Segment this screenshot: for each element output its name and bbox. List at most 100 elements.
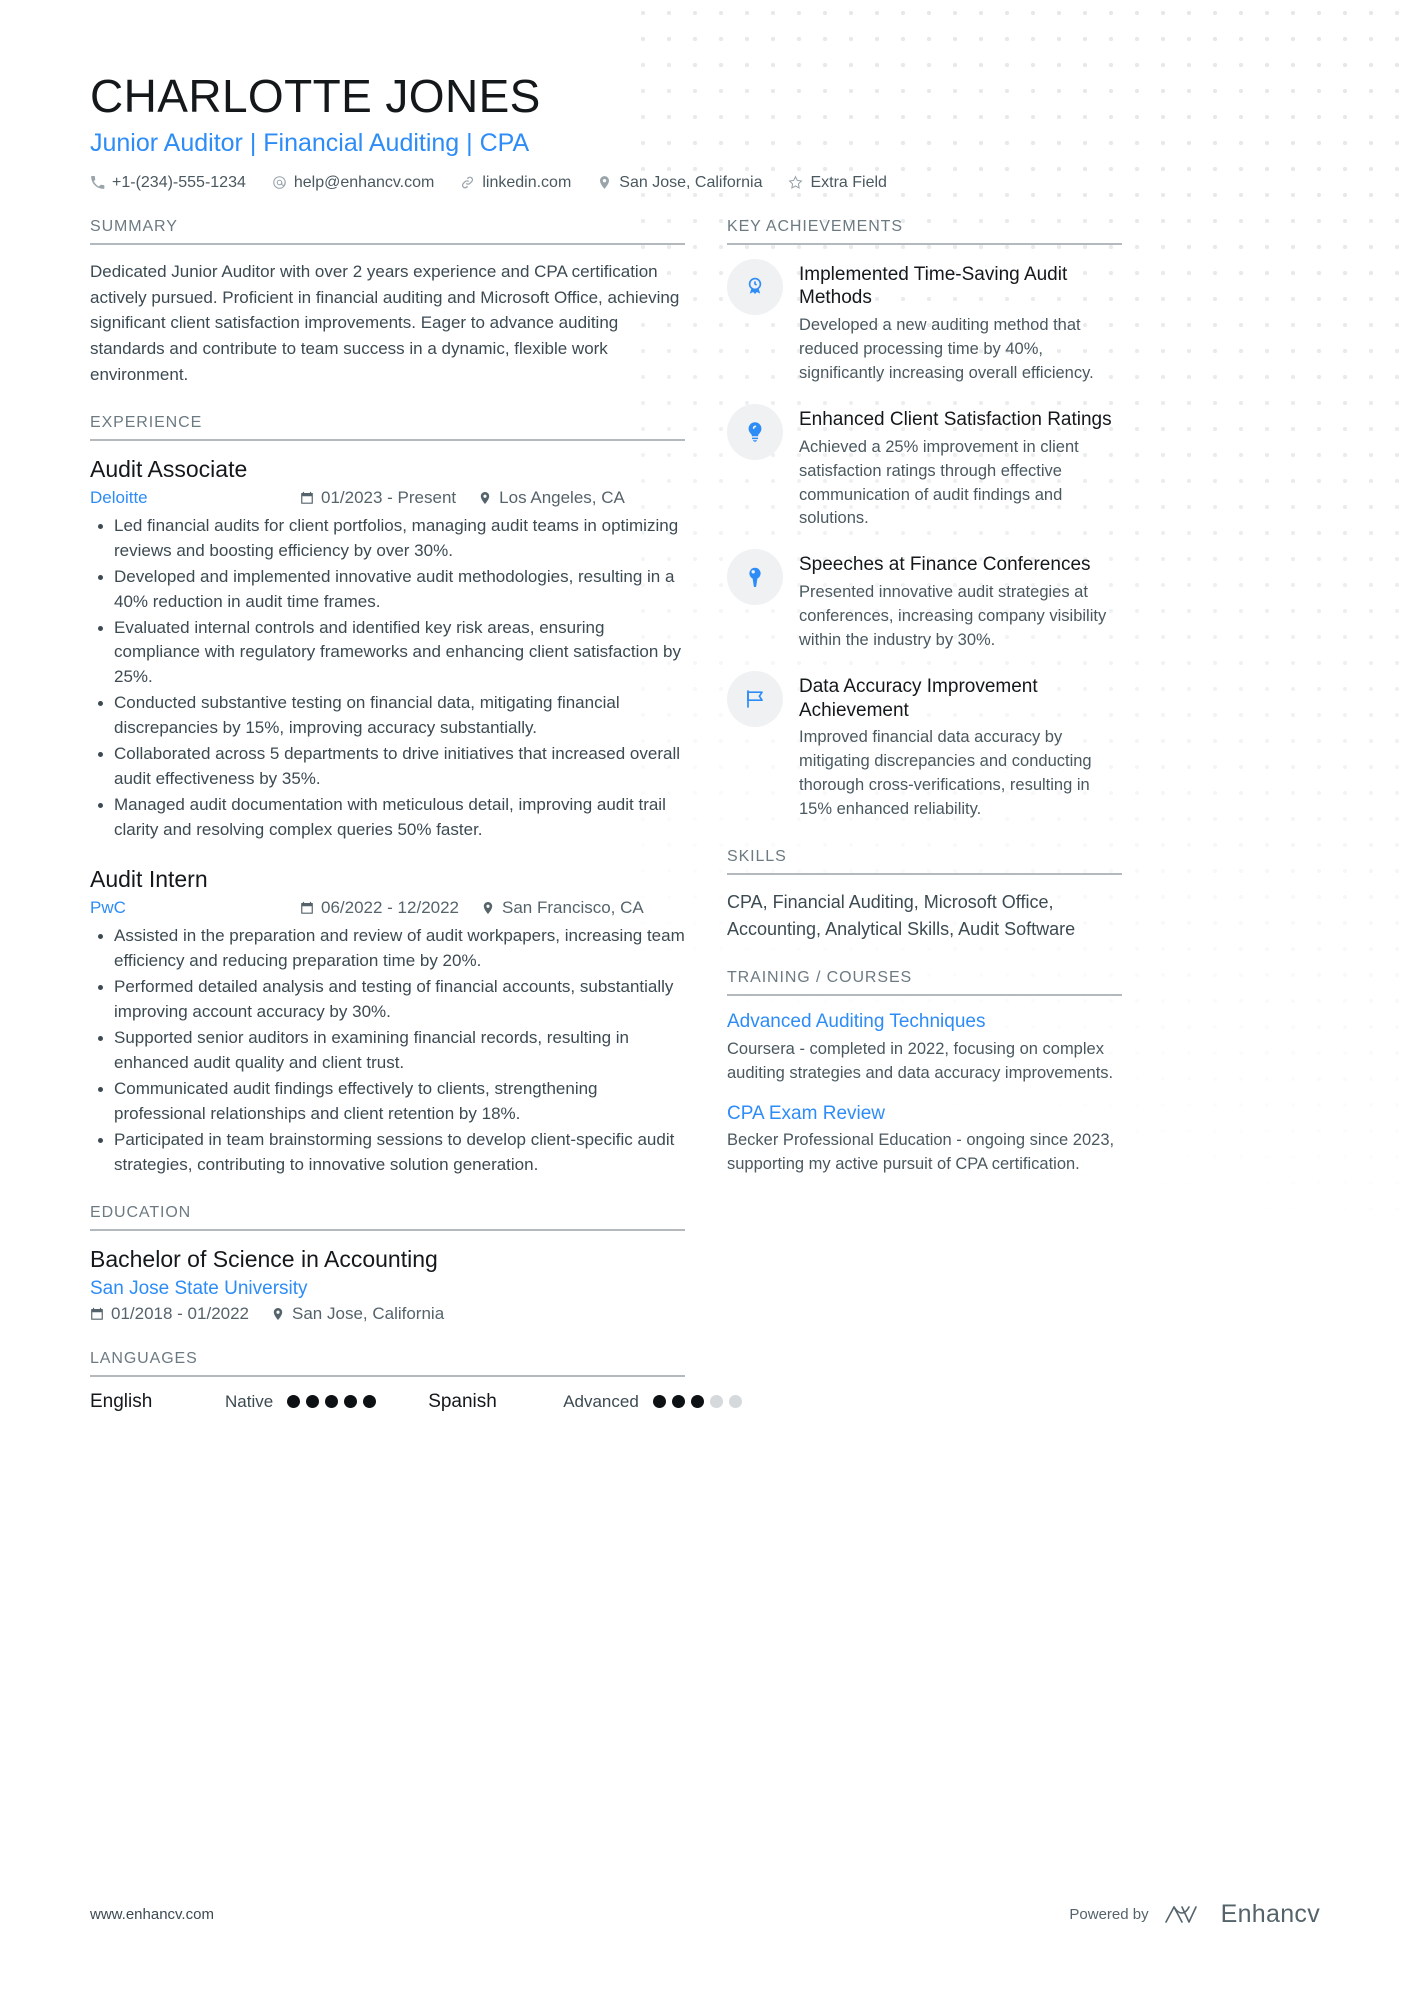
language-name: English bbox=[90, 1390, 153, 1412]
footer-website-url[interactable]: www.enhancv.com bbox=[90, 1906, 214, 1923]
contact-linkedin-text: linkedin.com bbox=[482, 173, 572, 191]
language-rating-dots bbox=[287, 1395, 377, 1409]
contact-extra-field-text: Extra Field bbox=[810, 173, 887, 191]
email-icon bbox=[272, 175, 287, 190]
bullet-item: Assisted in the preparation and review o… bbox=[98, 924, 685, 974]
language-level: Native bbox=[225, 1391, 274, 1411]
achievement-body: Enhanced Client Satisfaction Ratings Ach… bbox=[799, 404, 1122, 531]
rating-dot-empty bbox=[728, 1395, 742, 1409]
contact-linkedin[interactable]: linkedin.com bbox=[460, 174, 571, 192]
calendar-icon bbox=[300, 901, 314, 915]
education-degree: Bachelor of Science in Accounting bbox=[90, 1245, 438, 1272]
location-pin-icon bbox=[271, 1307, 285, 1321]
contact-location-text: San Jose, California bbox=[619, 173, 763, 191]
rating-dot-filled bbox=[325, 1395, 339, 1409]
lightbulb-icon bbox=[727, 403, 783, 460]
achievement-title: Speeches at Finance Conferences bbox=[799, 554, 1091, 576]
course-text: Becker Professional Education - ongoing … bbox=[727, 1131, 1115, 1174]
achievement-item: Data Accuracy Improvement Achievement Im… bbox=[727, 670, 1122, 822]
experience-dates-text: 06/2022 - 12/2022 bbox=[321, 898, 460, 918]
achievement-body: Implemented Time-Saving Audit Methods De… bbox=[799, 259, 1122, 386]
contact-email-text: help@enhancv.com bbox=[293, 173, 435, 191]
course-title[interactable]: Advanced Auditing Techniques bbox=[727, 1010, 1122, 1034]
experience-dates: 01/2023 - Present bbox=[300, 488, 456, 508]
rating-dot-filled bbox=[344, 1395, 358, 1409]
rating-dot-filled bbox=[363, 1395, 377, 1409]
summary-section: SUMMARY Dedicated Junior Auditor with ov… bbox=[90, 218, 685, 388]
languages-section-title: LANGUAGES bbox=[90, 1350, 685, 1377]
experience-location-text: San Francisco, CA bbox=[502, 898, 644, 918]
bullet-item: Participated in team brainstorming sessi… bbox=[98, 1128, 685, 1178]
education-section-title: EDUCATION bbox=[90, 1204, 685, 1231]
enhancv-brand-name: Enhancv bbox=[1220, 1900, 1320, 1928]
experience-job-title: Audit Associate bbox=[90, 455, 248, 482]
contact-email[interactable]: help@enhancv.com bbox=[272, 174, 434, 192]
course-title[interactable]: CPA Exam Review bbox=[727, 1102, 1122, 1126]
experience-location: Los Angeles, CA bbox=[478, 488, 625, 508]
calendar-icon bbox=[90, 1307, 104, 1321]
training-section: TRAINING / COURSES Advanced Auditing Tec… bbox=[727, 969, 1122, 1177]
location-pin-icon bbox=[597, 175, 612, 190]
achievement-body: Data Accuracy Improvement Achievement Im… bbox=[799, 671, 1122, 822]
footer-brand: Powered by Enhancv bbox=[1069, 1900, 1320, 1929]
education-location-text: San Jose, California bbox=[292, 1303, 445, 1323]
course-item: CPA Exam Review Becker Professional Educ… bbox=[727, 1102, 1122, 1178]
achievement-item: Implemented Time-Saving Audit Methods De… bbox=[727, 258, 1122, 386]
experience-company[interactable]: PwC bbox=[90, 898, 300, 918]
location-pin-icon bbox=[481, 901, 495, 915]
experience-entry: Audit Intern PwC 06/2022 - 12/2022 San F… bbox=[90, 865, 685, 1178]
bullet-item: Supported senior auditors in examining f… bbox=[98, 1026, 685, 1076]
skills-section-title: SKILLS bbox=[727, 848, 1122, 876]
rating-dot-filled bbox=[306, 1395, 320, 1409]
achievement-body: Speeches at Finance Conferences Presente… bbox=[799, 549, 1122, 653]
rating-dot-filled bbox=[287, 1395, 301, 1409]
languages-section: LANGUAGES English Native Spanish Advance… bbox=[90, 1350, 742, 1413]
resume-columns: SUMMARY Dedicated Junior Auditor with ov… bbox=[90, 218, 1320, 1439]
language-rating-dots bbox=[652, 1395, 742, 1409]
education-school[interactable]: San Jose State University bbox=[90, 1278, 685, 1300]
experience-entry: Audit Associate Deloitte 01/2023 - Prese… bbox=[90, 455, 685, 844]
experience-bullets: Led financial audits for client portfoli… bbox=[90, 514, 685, 844]
education-dates: 01/2018 - 01/2022 bbox=[90, 1304, 249, 1324]
contact-extra-field: Extra Field bbox=[788, 173, 887, 192]
contact-phone-text: +1-(234)-555-1234 bbox=[112, 173, 246, 191]
phone-icon bbox=[90, 175, 105, 190]
microphone-icon bbox=[727, 549, 783, 606]
experience-location-text: Los Angeles, CA bbox=[499, 487, 625, 507]
languages-row: English Native Spanish Advanced bbox=[90, 1390, 742, 1413]
achievement-item: Enhanced Client Satisfaction Ratings Ach… bbox=[727, 403, 1122, 531]
bullet-item: Collaborated across 5 departments to dri… bbox=[98, 742, 685, 792]
rating-dot-filled bbox=[671, 1395, 685, 1409]
calendar-icon bbox=[300, 491, 314, 505]
education-location: San Jose, California bbox=[271, 1304, 444, 1324]
course-text: Coursera - completed in 2022, focusing o… bbox=[727, 1039, 1114, 1082]
language-level: Advanced bbox=[563, 1391, 639, 1411]
rating-dot-filled bbox=[652, 1395, 666, 1409]
rating-dot-filled bbox=[690, 1395, 704, 1409]
bullet-item: Led financial audits for client portfoli… bbox=[98, 514, 685, 564]
skills-text: CPA, Financial Auditing, Microsoft Offic… bbox=[727, 892, 1076, 940]
language-name: Spanish bbox=[428, 1390, 497, 1412]
course-item: Advanced Auditing Techniques Coursera - … bbox=[727, 1010, 1122, 1086]
achievement-title: Implemented Time-Saving Audit Methods bbox=[799, 263, 1068, 309]
achievement-title: Data Accuracy Improvement Achievement bbox=[799, 675, 1038, 721]
enhancv-logo-icon bbox=[1163, 1901, 1207, 1929]
contact-row: +1-(234)-555-1234 help@enhancv.com linke… bbox=[90, 174, 1320, 192]
candidate-headline: Junior Auditor | Financial Auditing | CP… bbox=[90, 128, 530, 157]
bullet-item: Performed detailed analysis and testing … bbox=[98, 975, 685, 1025]
language-item-english: English Native bbox=[90, 1390, 377, 1413]
resume-footer: www.enhancv.com Powered by Enhancv bbox=[90, 1900, 1320, 1929]
summary-text: Dedicated Junior Auditor with over 2 yea… bbox=[90, 261, 680, 384]
bullet-item: Conducted substantive testing on financi… bbox=[98, 691, 685, 741]
contact-phone[interactable]: +1-(234)-555-1234 bbox=[90, 174, 246, 192]
experience-section: EXPERIENCE Audit Associate Deloitte 01/2… bbox=[90, 414, 685, 1178]
achievement-text: Developed a new auditing method that red… bbox=[799, 316, 1094, 383]
skills-section: SKILLS CPA, Financial Auditing, Microsof… bbox=[727, 848, 1122, 943]
experience-location: San Francisco, CA bbox=[481, 898, 644, 918]
rating-dot-empty bbox=[709, 1395, 723, 1409]
experience-section-title: EXPERIENCE bbox=[90, 414, 685, 441]
achievement-text: Improved financial data accuracy by miti… bbox=[799, 728, 1092, 819]
bullet-item: Managed audit documentation with meticul… bbox=[98, 793, 685, 843]
experience-company[interactable]: Deloitte bbox=[90, 488, 300, 508]
resume-content: CHARLOTTE JONES Junior Auditor | Financi… bbox=[0, 0, 1410, 1439]
